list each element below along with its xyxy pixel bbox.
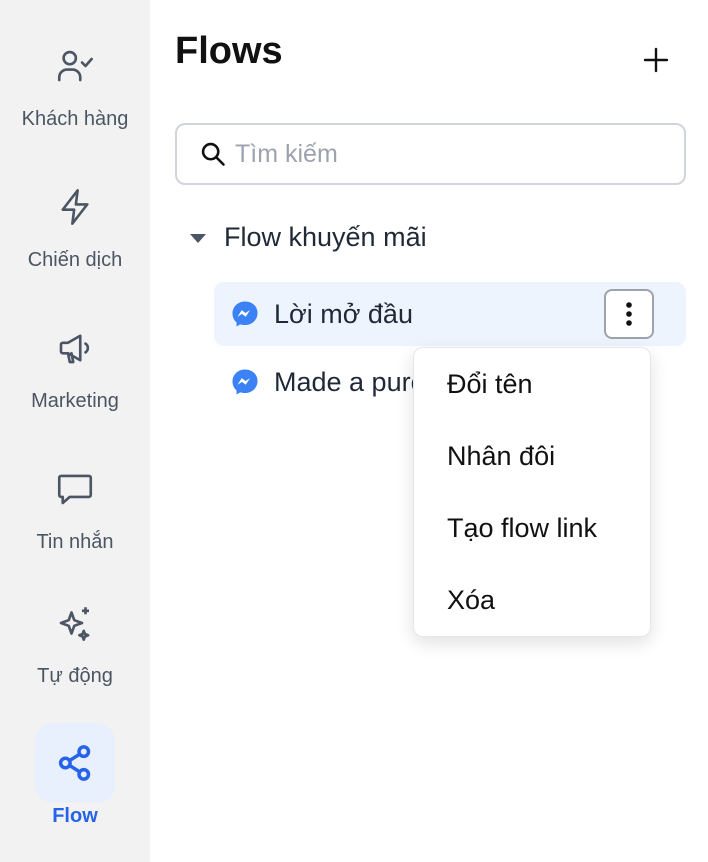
sidebar-item-automation[interactable]: Tự động	[0, 583, 150, 688]
menu-item-delete[interactable]: Xóa	[414, 564, 650, 636]
sidebar-item-marketing[interactable]: Marketing	[0, 308, 150, 413]
sidebar-item-label: Chiến dịch	[27, 249, 123, 271]
sidebar-item-label: Tin nhắn	[36, 531, 114, 553]
sidebar-item-customers[interactable]: Khách hàng	[0, 26, 150, 131]
megaphone-icon	[35, 308, 115, 388]
sparkles-icon	[35, 583, 115, 663]
sidebar-item-flow[interactable]: Flow	[0, 723, 150, 828]
share-icon	[35, 723, 115, 803]
caret-down-icon	[190, 233, 206, 243]
folder-row[interactable]: Flow khuyến mãi	[188, 222, 427, 253]
messenger-icon	[232, 369, 258, 395]
search-input[interactable]	[235, 139, 655, 169]
sidebar-item-label: Marketing	[31, 390, 119, 412]
sidebar-item-label: Khách hàng	[21, 108, 129, 130]
flow-item[interactable]: Made a purchase	[214, 350, 414, 414]
page-title: Flows	[175, 30, 283, 72]
plus-icon	[643, 47, 669, 73]
sidebar: Khách hàng Chiến dịch Marketing Tin nhắn	[0, 0, 150, 862]
sidebar-item-label: Tự động	[37, 665, 113, 687]
lightning-icon	[35, 167, 115, 247]
message-icon	[35, 449, 115, 529]
menu-item-rename[interactable]: Đổi tên	[414, 348, 650, 420]
more-options-button[interactable]	[604, 289, 654, 339]
user-check-icon	[35, 26, 115, 106]
add-flow-button[interactable]	[636, 40, 676, 80]
sidebar-item-label: Flow	[52, 805, 98, 827]
more-vertical-icon	[626, 302, 632, 326]
flow-label: Made a purchase	[274, 366, 414, 397]
flow-label: Lời mở đầu	[274, 298, 413, 329]
sidebar-item-campaigns[interactable]: Chiến dịch	[0, 167, 150, 272]
sidebar-item-messages[interactable]: Tin nhắn	[0, 449, 150, 554]
search-box[interactable]	[175, 123, 686, 185]
context-menu: Đổi tên Nhân đôi Tạo flow link Xóa	[413, 347, 651, 637]
menu-item-create-flow-link[interactable]: Tạo flow link	[414, 492, 650, 564]
folder-label: Flow khuyến mãi	[224, 222, 427, 252]
messenger-icon	[232, 301, 258, 327]
menu-item-duplicate[interactable]: Nhân đôi	[414, 420, 650, 492]
search-icon	[201, 142, 225, 166]
